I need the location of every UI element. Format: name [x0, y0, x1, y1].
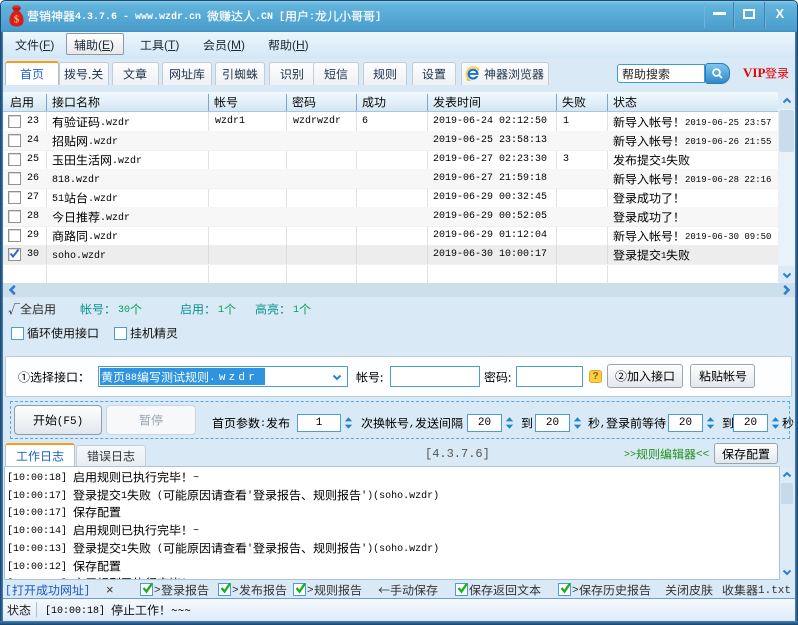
svg-text:$: $	[14, 14, 20, 26]
